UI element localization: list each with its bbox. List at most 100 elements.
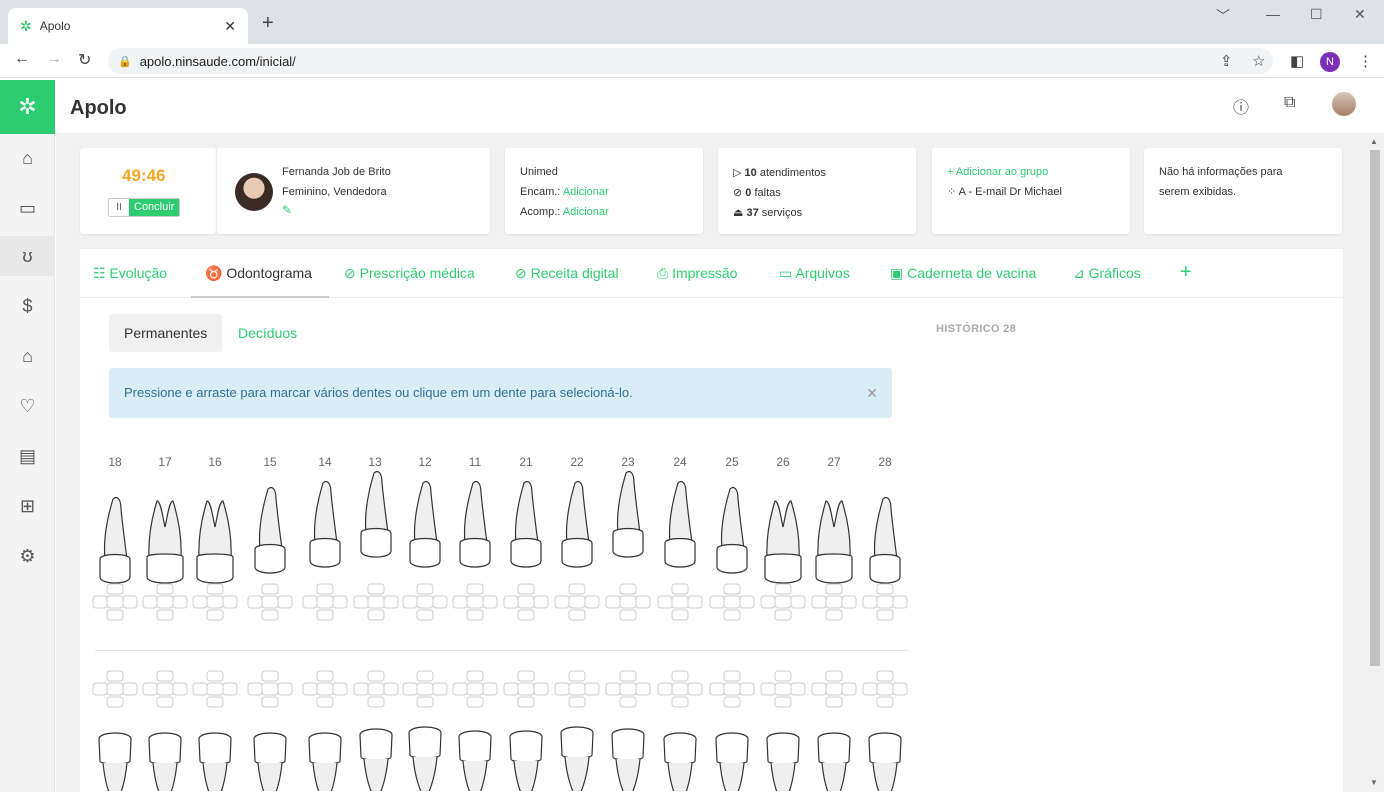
encam-add-link[interactable]: Adicionar bbox=[563, 186, 609, 198]
services-icon: ⏏ bbox=[733, 207, 744, 219]
browser-tab[interactable]: ✲ Apolo ✕ bbox=[8, 8, 248, 44]
tab-prescricao[interactable]: ⊘ Prescrição médica bbox=[344, 265, 475, 282]
insurance-card: Unimed Encam.: Adicionar Acomp.: Adicion… bbox=[505, 148, 703, 234]
absences-count: 0 bbox=[745, 187, 752, 199]
tab-odontograma[interactable]: ♉ Odontograma bbox=[205, 265, 312, 282]
session-timer: 49:46 bbox=[122, 166, 166, 185]
alert-text: Pressione e arraste para marcar vários d… bbox=[124, 385, 633, 400]
bag-icon[interactable]: ⌂ bbox=[0, 336, 55, 376]
tab-evolucao[interactable]: ☷ Evolução bbox=[93, 265, 167, 282]
tooth-number: 17 bbox=[158, 455, 172, 469]
chat-icon[interactable]: ⧉ bbox=[1284, 94, 1295, 112]
reports-icon[interactable]: ▤ bbox=[0, 436, 55, 476]
odontogram-chart[interactable] bbox=[80, 471, 920, 791]
tab-search-icon[interactable]: ﹀ bbox=[1216, 6, 1230, 26]
tooth-number: 24 bbox=[673, 455, 687, 469]
acomp-add-link[interactable]: Adicionar bbox=[563, 206, 609, 218]
calendar-icon[interactable]: ▭ bbox=[0, 188, 55, 228]
notes-line2: serem exibidas. bbox=[1159, 186, 1237, 198]
add-to-group-link[interactable]: + Adicionar ao grupo bbox=[947, 166, 1048, 178]
stethoscope-icon[interactable]: ʊ bbox=[0, 236, 55, 276]
share-icon[interactable]: ⇪ bbox=[1220, 52, 1233, 70]
add-tab-icon[interactable]: + bbox=[1180, 261, 1192, 284]
minimize-icon[interactable]: — bbox=[1266, 6, 1280, 22]
scroll-up-icon[interactable]: ▲ bbox=[1370, 137, 1378, 146]
pause-icon[interactable]: II bbox=[109, 199, 129, 216]
page-title: Apolo bbox=[70, 97, 127, 119]
profile-avatar[interactable]: N bbox=[1320, 52, 1340, 72]
vaccine-icon: ▣ bbox=[890, 265, 908, 281]
bookmark-star-icon[interactable]: ☆ bbox=[1252, 52, 1265, 70]
patient-card: Fernanda Job de Brito Feminino, Vendedor… bbox=[216, 148, 490, 234]
group-icon: ⁘ bbox=[947, 186, 957, 198]
close-alert-icon[interactable]: ✕ bbox=[866, 368, 878, 418]
money-icon[interactable]: $ bbox=[0, 286, 55, 326]
new-tab-icon[interactable]: + bbox=[262, 12, 274, 35]
insurance-name: Unimed bbox=[520, 166, 558, 178]
history-label: HISTÓRICO 28 bbox=[936, 323, 1017, 335]
chart-icon: ⊿ bbox=[1073, 265, 1089, 281]
patient-details: Feminino, Vendedora bbox=[282, 186, 387, 198]
heart-pulse-icon[interactable]: ♡ bbox=[0, 386, 55, 426]
forward-icon[interactable]: → bbox=[46, 50, 62, 68]
play-icon: ▷ bbox=[733, 167, 742, 179]
page-scrollbar[interactable]: ▲ ▼ bbox=[1366, 134, 1384, 792]
patient-photo bbox=[235, 173, 273, 211]
address-bar: ← → ↻ 🔒 apolo.ninsaude.com/inicial/ ⇪ ☆ … bbox=[0, 44, 1384, 78]
maximize-icon[interactable]: ☐ bbox=[1310, 6, 1323, 23]
arch-divider bbox=[95, 650, 908, 651]
printer-icon: ⎙ bbox=[657, 265, 673, 281]
url-text: apolo.ninsaude.com/inicial/ bbox=[139, 53, 296, 69]
group-name: A - E-mail Dr Michael bbox=[958, 186, 1062, 198]
pill-icon: ⊘ bbox=[344, 265, 360, 281]
reload-icon[interactable]: ↻ bbox=[78, 50, 91, 70]
scroll-down-icon[interactable]: ▼ bbox=[1370, 778, 1378, 787]
pill-icon: ⊘ bbox=[515, 265, 531, 281]
tab-caderneta[interactable]: ▣ Caderneta de vacina bbox=[890, 265, 1036, 282]
user-avatar[interactable] bbox=[1332, 92, 1356, 116]
dashboard-icon[interactable]: ⊞ bbox=[0, 486, 55, 526]
record-panel: ☷ Evolução ♉ Odontograma ⊘ Prescrição mé… bbox=[80, 249, 1343, 792]
browser-tab-title: Apolo bbox=[39, 19, 71, 33]
notes-line1: Não há informações para bbox=[1159, 166, 1283, 178]
app-sidebar: ✲ ⌂ ▭ ʊ $ ⌂ ♡ ▤ ⊞ ⚙ bbox=[0, 80, 55, 792]
tab-impressao[interactable]: ⎙ Impressão bbox=[657, 265, 737, 282]
app-favicon-icon: ✲ bbox=[20, 17, 32, 34]
subtab-permanentes[interactable]: Permanentes bbox=[109, 314, 223, 352]
menu-kebab-icon[interactable]: ⋮ bbox=[1358, 52, 1373, 70]
tab-arquivos[interactable]: ▭ Arquivos bbox=[779, 265, 850, 282]
appointments-count: 10 bbox=[744, 167, 757, 179]
help-icon[interactable]: ⓘ bbox=[1233, 94, 1249, 118]
services-label: serviços bbox=[761, 207, 803, 219]
lock-icon: 🔒 bbox=[118, 55, 132, 68]
url-field[interactable]: 🔒 apolo.ninsaude.com/inicial/ bbox=[108, 48, 1273, 74]
subtab-deciduos[interactable]: Decíduos bbox=[223, 314, 312, 352]
scroll-thumb[interactable] bbox=[1370, 150, 1380, 666]
tooth-number: 16 bbox=[208, 455, 222, 469]
patient-name: Fernanda Job de Brito bbox=[282, 166, 391, 178]
home-icon[interactable]: ⌂ bbox=[0, 138, 55, 178]
tab-receita[interactable]: ⊘ Receita digital bbox=[515, 265, 619, 282]
close-tab-icon[interactable]: ✕ bbox=[224, 18, 236, 35]
stats-card: ▷ 10 atendimentos ⊘ 0 faltas ⏏ 37 serviç… bbox=[718, 148, 916, 234]
list-icon: ☷ bbox=[93, 265, 110, 281]
back-icon[interactable]: ← bbox=[14, 50, 30, 68]
conclude-button[interactable]: Concluir bbox=[129, 199, 180, 216]
close-window-icon[interactable]: ✕ bbox=[1354, 6, 1366, 23]
notes-card: Não há informações para serem exibidas. bbox=[1144, 148, 1342, 234]
timer-card: 49:46 II Concluir bbox=[80, 148, 216, 234]
tooth-number: 18 bbox=[108, 455, 122, 469]
tooth-number: 15 bbox=[263, 455, 277, 469]
tooth-number: 14 bbox=[318, 455, 332, 469]
app-logo-icon[interactable]: ✲ bbox=[0, 80, 55, 134]
settings-gear-icon[interactable]: ⚙ bbox=[0, 536, 55, 576]
record-tabs: ☷ Evolução ♉ Odontograma ⊘ Prescrição mé… bbox=[80, 249, 1343, 298]
tab-graficos[interactable]: ⊿ Gráficos bbox=[1073, 265, 1141, 282]
encam-label: Encam.: bbox=[520, 186, 561, 198]
sidepanel-icon[interactable]: ◧ bbox=[1290, 52, 1304, 70]
folder-icon: ▭ bbox=[779, 265, 796, 281]
acomp-label: Acomp.: bbox=[520, 206, 561, 218]
absences-label: faltas bbox=[754, 187, 781, 199]
tooth-number: 26 bbox=[776, 455, 790, 469]
edit-pencil-icon[interactable]: ✎ bbox=[282, 203, 292, 217]
